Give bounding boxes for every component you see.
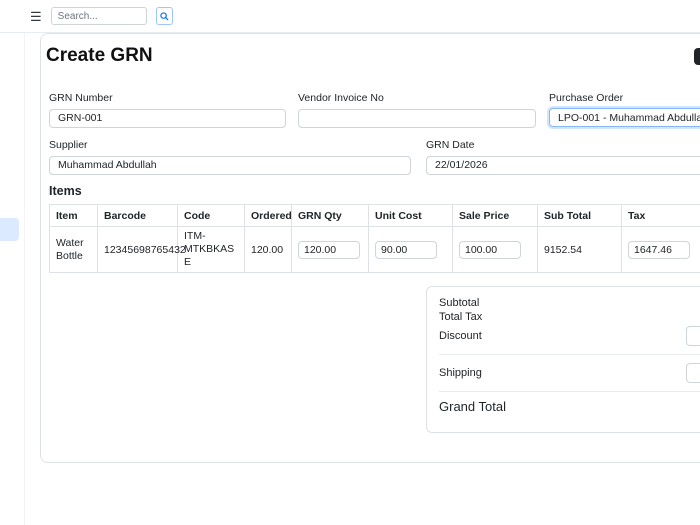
discount-input[interactable]: [686, 326, 700, 346]
summary-divider: [439, 391, 700, 392]
grn-number-label: GRN Number: [49, 92, 286, 104]
col-header-grn-qty: GRN Qty: [292, 205, 369, 227]
col-header-sale-price: Sale Price: [453, 205, 538, 227]
col-header-code: Code: [178, 205, 245, 227]
purchase-order-select[interactable]: LPO-001 - Muhammad Abdullah: [549, 108, 700, 127]
vendor-invoice-label: Vendor Invoice No: [298, 92, 536, 104]
supplier-label: Supplier: [49, 139, 411, 151]
page-title: Create GRN: [46, 45, 153, 67]
sale-price-input[interactable]: [459, 241, 521, 259]
grn-number-input[interactable]: [49, 109, 286, 128]
grand-total-label: Grand Total: [439, 399, 506, 414]
cell-ordered: 120.00: [245, 227, 292, 273]
sidebar: [0, 33, 25, 525]
total-tax-row: Total Tax: [439, 311, 700, 323]
col-header-ordered: Ordered: [245, 205, 292, 227]
vendor-invoice-field: Vendor Invoice No: [298, 92, 536, 128]
search-button[interactable]: [156, 7, 173, 25]
cell-code: ITM-MTKBKASE: [178, 227, 245, 273]
shipping-label: Shipping: [439, 367, 482, 379]
save-button[interactable]: [694, 48, 700, 65]
purchase-order-label: Purchase Order: [549, 92, 700, 104]
cell-sub-total: 9152.54: [538, 227, 622, 273]
subtotal-label: Subtotal: [439, 297, 479, 309]
grand-total-row: Grand Total: [439, 399, 700, 414]
col-header-unit-cost: Unit Cost: [369, 205, 453, 227]
supplier-input[interactable]: [49, 156, 411, 175]
grn-date-field: GRN Date: [426, 139, 700, 175]
tax-input[interactable]: [628, 241, 690, 259]
col-header-item: Item: [50, 205, 98, 227]
sidebar-active-item[interactable]: [0, 218, 19, 241]
hamburger-menu-icon[interactable]: ☰: [30, 10, 42, 23]
purchase-order-field: Purchase Order LPO-001 - Muhammad Abdull…: [549, 92, 700, 127]
create-grn-card: Create GRN GRN Number Vendor Invoice No …: [40, 33, 700, 463]
shipping-row: Shipping: [439, 362, 700, 384]
items-table: Item Barcode Code Ordered GRN Qty Unit C…: [49, 204, 700, 273]
grn-number-field: GRN Number: [49, 92, 286, 128]
search-input[interactable]: [51, 7, 147, 25]
summary-divider: [439, 354, 700, 355]
grn-date-input[interactable]: [426, 156, 700, 175]
col-header-sub-total: Sub Total: [538, 205, 622, 227]
grn-date-label: GRN Date: [426, 139, 700, 151]
table-header-row: Item Barcode Code Ordered GRN Qty Unit C…: [50, 205, 700, 227]
subtotal-row: Subtotal: [439, 297, 700, 309]
grn-qty-input[interactable]: [298, 241, 360, 259]
total-tax-label: Total Tax: [439, 311, 482, 323]
search-icon: [160, 12, 169, 21]
items-heading: Items: [49, 184, 82, 198]
col-header-barcode: Barcode: [98, 205, 178, 227]
discount-label: Discount: [439, 330, 482, 342]
table-row: Water Bottle 12345698765432 ITM-MTKBKASE…: [50, 227, 700, 273]
unit-cost-input[interactable]: [375, 241, 437, 259]
col-header-tax: Tax: [622, 205, 700, 227]
cell-barcode: 12345698765432: [98, 227, 178, 273]
shipping-input[interactable]: [686, 363, 700, 383]
cell-item-name: Water Bottle: [50, 227, 98, 273]
discount-row: Discount: [439, 325, 700, 347]
vendor-invoice-input[interactable]: [298, 109, 536, 128]
supplier-field: Supplier: [49, 139, 411, 175]
summary-panel: Subtotal Total Tax Discount Shipping Gra…: [426, 286, 700, 433]
topbar: ☰: [0, 0, 700, 33]
